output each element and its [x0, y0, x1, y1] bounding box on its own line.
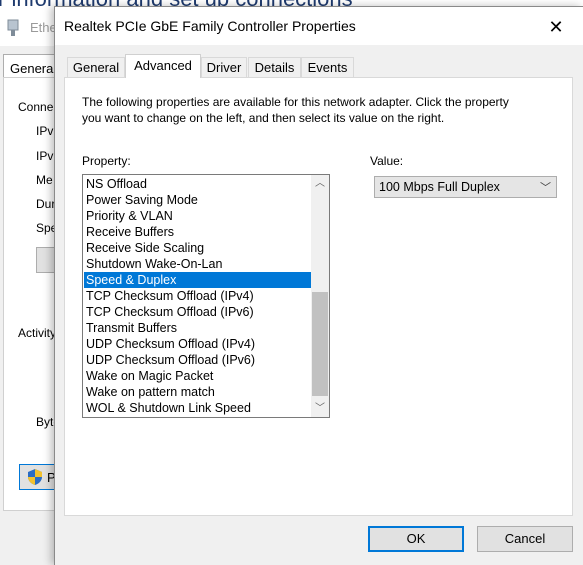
properties-dialog: Realtek PCIe GbE Family Controller Prope… [54, 6, 583, 565]
value-label: Value: [370, 154, 404, 168]
property-item[interactable]: NS Offload [84, 176, 311, 192]
property-item[interactable]: Power Saving Mode [84, 192, 311, 208]
chevron-down-icon: ﹀ [540, 182, 551, 194]
network-adapter-icon [7, 19, 19, 36]
tab-details[interactable]: Details [248, 57, 301, 77]
property-item[interactable]: TCP Checksum Offload (IPv4) [84, 288, 311, 304]
property-label: Property: [82, 154, 131, 168]
background-window-title: Ethe [30, 20, 57, 35]
background-label: Conne [18, 100, 54, 114]
close-button[interactable]: ✕ [541, 14, 571, 40]
property-item[interactable]: TCP Checksum Offload (IPv6) [84, 304, 311, 320]
background-label: IPv [36, 149, 54, 163]
background-properties-button[interactable]: P [19, 464, 59, 490]
tab-events[interactable]: Events [301, 57, 354, 77]
cancel-button[interactable]: Cancel [477, 526, 573, 552]
description-text: The following properties are available f… [82, 95, 509, 125]
property-item[interactable]: WOL & Shutdown Link Speed [84, 400, 311, 416]
advanced-tab-panel: The following properties are available f… [64, 77, 573, 516]
property-list: NS Offload Power Saving Mode Priority & VL… [84, 176, 311, 416]
scroll-up-button[interactable]: ︿ [311, 175, 329, 192]
property-item[interactable]: Shutdown Wake-On-Lan [84, 256, 311, 272]
scrollbar-thumb[interactable] [312, 292, 328, 396]
scroll-down-button[interactable]: ﹀ [311, 400, 329, 417]
scroll-down-icon: ﹀ [315, 403, 325, 414]
property-item[interactable]: UDP Checksum Offload (IPv4) [84, 336, 311, 352]
property-item[interactable]: Receive Buffers [84, 224, 311, 240]
value-dropdown[interactable]: 100 Mbps Full Duplex ﹀ [374, 176, 557, 198]
uac-shield-icon [28, 469, 42, 485]
ok-button[interactable]: OK [368, 526, 464, 552]
background-label: IPv [36, 124, 54, 138]
property-item[interactable]: Wake on Magic Packet [84, 368, 311, 384]
tab-general[interactable]: General [67, 57, 125, 77]
tab-driver[interactable]: Driver [201, 57, 247, 77]
background-label: Dur [36, 197, 56, 211]
property-list-scrollbar[interactable]: ︿ ﹀ [311, 175, 329, 417]
background-label: Activity [18, 326, 57, 340]
property-item[interactable]: Receive Side Scaling [84, 240, 311, 256]
background-label: Me [36, 173, 53, 187]
property-item[interactable]: Wake on pattern match [84, 384, 311, 400]
scroll-up-icon: ︿ [315, 178, 325, 189]
property-item-selected[interactable]: Speed & Duplex [84, 272, 311, 288]
title-bar[interactable]: Realtek PCIe GbE Family Controller Prope… [55, 7, 583, 45]
property-item[interactable]: Priority & VLAN [84, 208, 311, 224]
property-listbox[interactable]: NS Offload Power Saving Mode Priority & VL… [82, 174, 330, 418]
background-tab-general[interactable]: General [3, 54, 56, 78]
value-dropdown-text: 100 Mbps Full Duplex [379, 180, 500, 194]
property-item[interactable]: UDP Checksum Offload (IPv6) [84, 352, 311, 368]
close-icon: ✕ [548, 17, 564, 37]
property-item[interactable]: Transmit Buffers [84, 320, 311, 336]
tab-advanced[interactable]: Advanced [125, 54, 201, 78]
dialog-title: Realtek PCIe GbE Family Controller Prope… [64, 18, 356, 34]
